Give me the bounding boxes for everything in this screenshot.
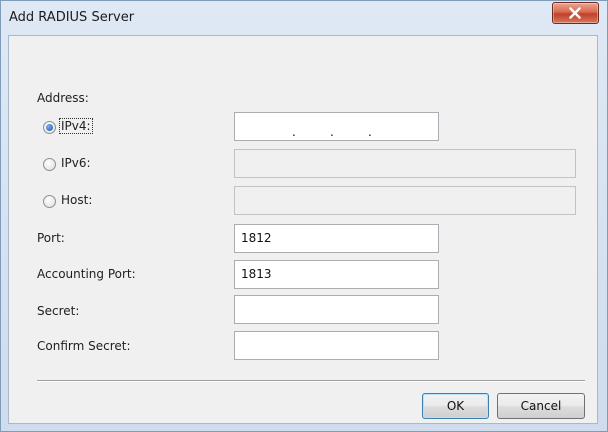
- ipv4-dot-3: .: [368, 125, 372, 139]
- ipv6-address-field[interactable]: [234, 149, 576, 178]
- confirm-secret-label: Confirm Secret:: [37, 339, 131, 353]
- separator: [37, 380, 585, 382]
- ipv4-radio[interactable]: [43, 121, 56, 134]
- ipv6-label: IPv6:: [61, 156, 91, 170]
- port-field[interactable]: 1812: [234, 224, 439, 253]
- close-icon: [569, 7, 581, 19]
- host-field[interactable]: [234, 186, 576, 215]
- dialog-body: Address: IPv4: . . . IPv6: Host: Port: 1…: [8, 35, 598, 424]
- ok-button[interactable]: OK: [422, 393, 489, 419]
- host-radio[interactable]: [43, 195, 56, 208]
- ipv4-address-field[interactable]: . . .: [234, 112, 439, 141]
- secret-field[interactable]: [234, 295, 439, 324]
- accounting-port-field[interactable]: 1813: [234, 260, 439, 289]
- ipv4-dot-2: .: [330, 125, 334, 139]
- close-button[interactable]: [552, 2, 599, 24]
- ipv6-radio[interactable]: [43, 158, 56, 171]
- ipv4-label: IPv4:: [59, 118, 93, 134]
- ipv4-dot-1: .: [292, 125, 296, 139]
- host-label: Host:: [61, 193, 93, 207]
- address-label: Address:: [37, 91, 89, 105]
- port-label: Port:: [37, 231, 65, 245]
- accounting-port-label: Accounting Port:: [37, 267, 136, 281]
- dialog-title: Add RADIUS Server: [9, 10, 135, 25]
- confirm-secret-field[interactable]: [234, 331, 439, 360]
- title-bar: Add RADIUS Server: [1, 1, 607, 35]
- add-radius-server-dialog: Add RADIUS Server Address: IPv4: . . . I…: [0, 0, 608, 432]
- secret-label: Secret:: [37, 304, 80, 318]
- cancel-button[interactable]: Cancel: [497, 393, 585, 419]
